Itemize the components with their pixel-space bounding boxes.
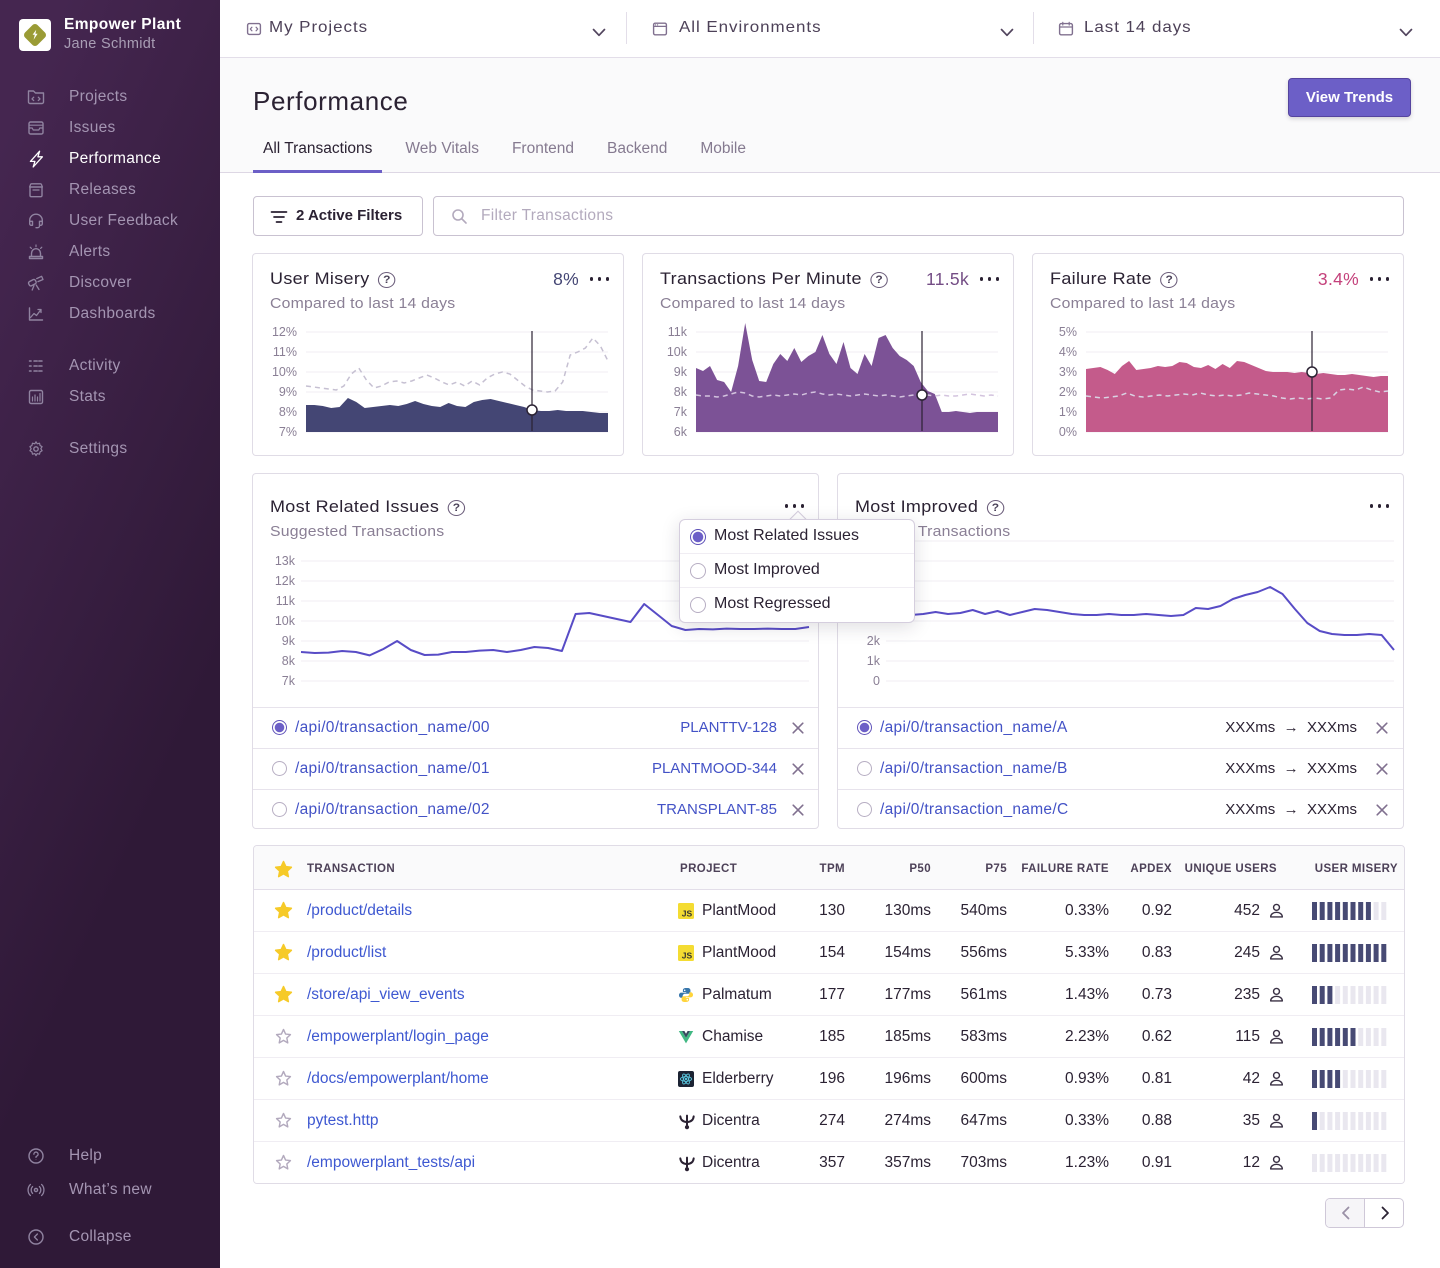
svg-text:9%: 9% (279, 385, 297, 399)
svg-text:7k: 7k (674, 405, 688, 419)
svg-text:6k: 6k (674, 425, 688, 439)
svg-text:4%: 4% (1059, 345, 1077, 359)
svg-text:9k: 9k (674, 365, 688, 379)
svg-text:7%: 7% (279, 425, 297, 439)
svg-text:12k: 12k (275, 574, 296, 588)
svg-text:2k: 2k (867, 634, 881, 648)
svg-text:1k: 1k (867, 654, 881, 668)
svg-text:11%: 11% (273, 345, 297, 359)
svg-text:2%: 2% (1059, 385, 1077, 399)
svg-text:10k: 10k (667, 345, 688, 359)
svg-text:JS: JS (682, 909, 693, 919)
svg-text:9k: 9k (282, 634, 296, 648)
svg-text:1%: 1% (1059, 405, 1077, 419)
svg-text:12%: 12% (272, 325, 297, 339)
svg-text:JS: JS (682, 951, 693, 961)
svg-text:11k: 11k (276, 594, 296, 608)
svg-text:11k: 11k (668, 325, 688, 339)
svg-text:5%: 5% (1059, 325, 1077, 339)
svg-text:0%: 0% (1059, 425, 1077, 439)
svg-text:8k: 8k (282, 654, 296, 668)
svg-text:10%: 10% (272, 365, 297, 379)
svg-text:7k: 7k (282, 674, 296, 688)
svg-text:10k: 10k (275, 614, 296, 628)
svg-text:0: 0 (873, 674, 880, 688)
svg-text:13k: 13k (275, 554, 296, 568)
svg-text:8%: 8% (279, 405, 297, 419)
svg-text:3%: 3% (1059, 365, 1077, 379)
svg-text:8k: 8k (674, 385, 688, 399)
